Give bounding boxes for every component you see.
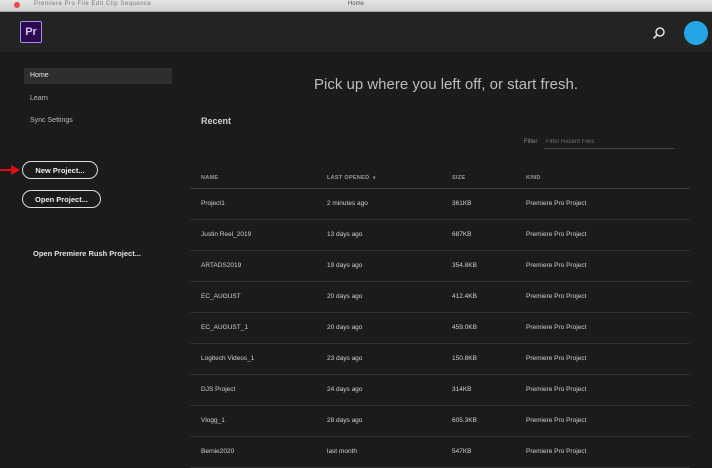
table-row[interactable]: ARTADS2019 19 days ago 354.8KB Premiere Pro…: [190, 251, 690, 282]
cell-size: 547KB: [452, 448, 472, 455]
cell-last-opened: last month: [327, 448, 357, 455]
table-row[interactable]: Logitech Videos_1 23 days ago 150.8KB Premi…: [190, 344, 690, 375]
cell-name: ARTADS2019: [201, 262, 242, 269]
cell-last-opened: 20 days ago: [327, 324, 363, 331]
column-header-last-opened[interactable]: LAST OPENED ∨: [327, 175, 376, 181]
cell-name: Vlogg_1: [201, 417, 225, 424]
cell-kind: Premiere Pro Project: [526, 293, 587, 300]
cell-kind: Premiere Pro Project: [526, 448, 587, 455]
red-arrow-icon: [0, 165, 20, 175]
search-icon[interactable]: [652, 26, 666, 40]
column-header-size[interactable]: SIZE: [452, 175, 465, 181]
cell-size: 150.8KB: [452, 355, 477, 362]
user-avatar[interactable]: [684, 21, 708, 45]
cell-size: 412.4KB: [452, 293, 477, 300]
cell-kind: Premiere Pro Project: [526, 200, 587, 207]
cell-name: Bernie2020: [201, 448, 235, 455]
cell-last-opened: 24 days ago: [327, 386, 363, 393]
cell-name: DJS Project: [201, 386, 236, 393]
cell-name: EC_AUGUST: [201, 293, 241, 300]
sort-descending-icon: ∨: [372, 175, 377, 181]
table-header: NAME LAST OPENED ∨ SIZE KIND: [190, 166, 690, 189]
cell-last-opened: 2 minutes ago: [327, 200, 368, 207]
table-row[interactable]: Bernie2020 last month 547KB Premiere Pro Pr…: [190, 437, 690, 468]
sidebar-item-home[interactable]: Home: [24, 68, 172, 84]
table-body: Project1 2 minutes ago 361KB Premiere Pro P…: [190, 189, 690, 468]
cell-name: Justin Reel_2019: [201, 231, 252, 238]
open-project-button[interactable]: Open Project...: [22, 190, 101, 208]
cell-kind: Premiere Pro Project: [526, 231, 587, 238]
sidebar-item-sync-settings[interactable]: Sync Settings: [24, 113, 172, 129]
recent-files-table: NAME LAST OPENED ∨ SIZE KIND Project1 2 mi…: [190, 166, 690, 468]
cell-name: Logitech Videos_1: [201, 355, 255, 362]
page-headline: Pick up where you left off, or start fre…: [313, 76, 578, 93]
recent-heading: Recent: [201, 116, 232, 126]
filter-label: Filter: [524, 139, 538, 145]
cell-last-opened: 28 days ago: [327, 417, 363, 424]
window-titlebar: Premiere Pro File Edit Clip Sequence Hom…: [0, 0, 712, 12]
cell-size: 605.3KB: [452, 417, 477, 424]
cell-name: Project1: [201, 200, 225, 207]
filter-recent-files-input[interactable]: [544, 135, 674, 149]
cell-kind: Premiere Pro Project: [526, 355, 587, 362]
cell-last-opened: 23 days ago: [327, 355, 363, 362]
sidebar-item-learn[interactable]: Learn: [24, 91, 172, 107]
table-row[interactable]: Justin Reel_2019 13 days ago 687KB Premiere…: [190, 220, 690, 251]
table-row[interactable]: DJS Project 24 days ago 314KB Premiere Pro …: [190, 375, 690, 406]
cell-kind: Premiere Pro Project: [526, 262, 587, 269]
cell-last-opened: 13 days ago: [327, 231, 363, 238]
window-title: Home: [347, 1, 364, 7]
column-header-name[interactable]: NAME: [201, 175, 218, 181]
cell-size: 687KB: [452, 231, 472, 238]
cell-kind: Premiere Pro Project: [526, 324, 587, 331]
cell-size: 314KB: [452, 386, 472, 393]
cell-name: EC_AUGUST_1: [201, 324, 248, 331]
new-project-button[interactable]: New Project...: [22, 161, 98, 179]
cell-kind: Premiere Pro Project: [526, 417, 587, 424]
column-header-kind[interactable]: KIND: [526, 175, 541, 181]
cell-kind: Premiere Pro Project: [526, 386, 587, 393]
premiere-pro-logo: Pr: [20, 21, 42, 43]
cell-last-opened: 19 days ago: [327, 262, 363, 269]
table-row[interactable]: Vlogg_1 28 days ago 605.3KB Premiere Pro Pr…: [190, 406, 690, 437]
app-header: Pr: [0, 12, 712, 52]
cell-size: 361KB: [452, 200, 472, 207]
table-row[interactable]: Project1 2 minutes ago 361KB Premiere Pro P…: [190, 189, 690, 220]
cell-last-opened: 20 days ago: [327, 293, 363, 300]
table-row[interactable]: EC_AUGUST 20 days ago 412.4KB Premiere Pro …: [190, 282, 690, 313]
open-rush-project-link[interactable]: Open Premiere Rush Project...: [33, 249, 141, 258]
table-row[interactable]: EC_AUGUST_1 20 days ago 459.0KB Premiere Pr…: [190, 313, 690, 344]
cell-size: 459.0KB: [452, 324, 477, 331]
cell-size: 354.8KB: [452, 262, 477, 269]
column-header-last-opened-label: LAST OPENED: [327, 175, 370, 181]
